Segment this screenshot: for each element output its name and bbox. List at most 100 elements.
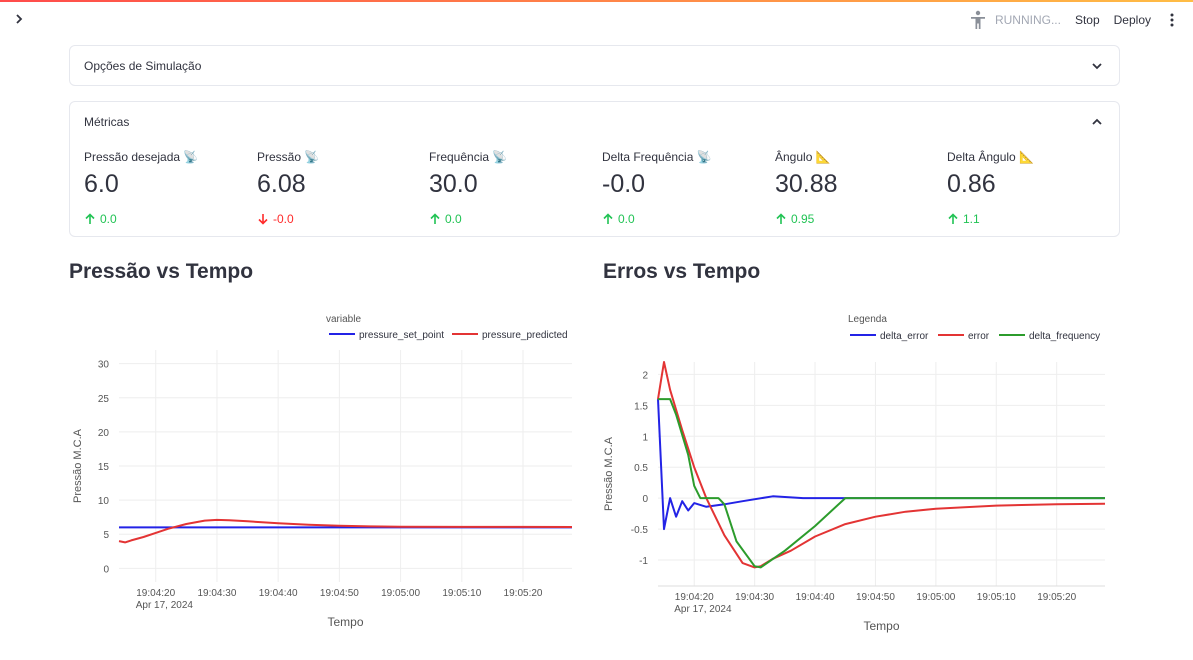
x-tick-label: 19:04:50 [856, 592, 895, 603]
sidebar-expand-button[interactable] [10, 10, 28, 28]
x-tick-label: 19:04:30 [735, 592, 774, 603]
simulation-options-header[interactable]: Opções de Simulação [70, 46, 1119, 86]
metric-label: Ângulo 📐 [775, 150, 831, 164]
metric-delta: -0.0 [257, 212, 422, 226]
metric-label: Pressão 📡 [257, 150, 320, 164]
arrow-up-icon [603, 213, 613, 224]
series-line-pressure_predicted [118, 518, 573, 544]
metric-pressao: Pressão 📡 6.08 -0.0 [257, 150, 422, 226]
metric-delta-angulo: Delta Ângulo 📐 0.86 1.1 [947, 150, 1112, 226]
y-axis-title: Pressão M.C.A [72, 428, 84, 503]
x-axis-title: Tempo [863, 619, 899, 633]
y-tick-label: 30 [98, 360, 110, 371]
x-tick-label: 19:04:20 [136, 588, 175, 599]
arrow-up-icon [948, 213, 958, 224]
metric-label: Frequência 📡 [429, 150, 508, 164]
pressure-chart-title: Pressão vs Tempo [69, 260, 254, 283]
metrics-title: Métricas [84, 115, 130, 129]
y-tick-label: 0 [642, 494, 648, 505]
metric-delta-value: 0.0 [618, 212, 635, 226]
x-tick-label: 19:04:40 [259, 588, 298, 599]
x-tick-label: 19:04:30 [197, 588, 236, 599]
chevron-up-icon [1092, 118, 1102, 125]
chevron-down-icon [1092, 63, 1102, 70]
x-tick-label: 19:05:00 [381, 588, 420, 599]
y-tick-label: 1 [642, 432, 648, 443]
legend-label-pressure_predicted: pressure_predicted [482, 330, 568, 341]
series-line-error [657, 361, 1106, 569]
y-tick-label: 25 [98, 394, 110, 405]
metric-delta-value: 1.1 [963, 212, 980, 226]
errors-chart-svg[interactable]: 19:04:20 19:04:30 19:04:40 19:04:50 19:05:00… [600, 300, 1120, 650]
metric-delta-value: -0.0 [273, 212, 294, 226]
chevron-right-icon [16, 14, 23, 24]
running-status: RUNNING... [969, 10, 1061, 30]
arrow-up-icon [430, 213, 440, 224]
pressure-chart[interactable]: 19:04:20 19:04:30 19:04:40 19:04:50 19:05:00… [69, 300, 584, 650]
metric-delta-frequencia: Delta Frequência 📡 -0.0 0.0 [602, 150, 767, 226]
pressure-chart-svg[interactable]: 19:04:20 19:04:30 19:04:40 19:04:50 19:05:00… [69, 300, 584, 650]
y-tick-label: 0.5 [634, 463, 648, 474]
metric-delta: 0.95 [775, 212, 940, 226]
metric-delta-value: 0.0 [445, 212, 462, 226]
more-vertical-icon [1170, 13, 1174, 27]
stop-button[interactable]: Stop [1075, 13, 1100, 27]
metric-value: 30.88 [775, 170, 838, 198]
status-text: RUNNING... [994, 13, 1061, 27]
legend-label-delta_frequency: delta_frequency [1029, 331, 1100, 342]
x-tick-label: 19:04:50 [320, 588, 359, 599]
metric-angulo: Ângulo 📐 30.88 0.95 [775, 150, 940, 226]
x-tick-label: 19:05:00 [916, 592, 955, 603]
x-date-label: Apr 17, 2024 [674, 604, 732, 615]
main-menu-button[interactable] [1165, 13, 1179, 27]
metric-value: 30.0 [429, 170, 478, 198]
running-person-icon [970, 10, 985, 29]
y-tick-label: 15 [98, 462, 110, 473]
metrics-expander: Métricas Pressão desejada 📡 6.0 0.0 Pres… [69, 101, 1120, 237]
simulation-options-title: Opções de Simulação [84, 59, 202, 73]
metrics-header[interactable]: Métricas [70, 102, 1119, 142]
legend-label-error: error [968, 331, 990, 342]
legend-label-delta_error: delta_error [880, 331, 929, 342]
y-tick-label: 5 [103, 530, 109, 541]
legend-label-pressure_set_point: pressure_set_point [359, 330, 444, 341]
metrics-grid: Pressão desejada 📡 6.0 0.0 Pressão 📡 6.0… [84, 150, 1105, 230]
y-tick-label: 20 [98, 428, 110, 439]
metric-delta: 0.0 [602, 212, 767, 226]
metric-delta: 0.0 [429, 212, 594, 226]
y-axis-title: Pressão M.C.A [603, 436, 615, 511]
metric-label: Pressão desejada 📡 [84, 150, 199, 164]
toolbar: RUNNING... Stop Deploy [969, 8, 1179, 32]
arrow-up-icon [776, 213, 786, 224]
metric-delta-value: 0.95 [791, 212, 815, 226]
x-tick-label: 19:04:20 [675, 592, 714, 603]
x-tick-label: 19:05:20 [1037, 592, 1076, 603]
metric-label: Delta Frequência 📡 [602, 150, 712, 164]
metric-value: 6.0 [84, 170, 119, 198]
top-decoration-line [0, 0, 1193, 2]
x-tick-label: 19:05:10 [442, 588, 481, 599]
x-axis-title: Tempo [327, 615, 363, 629]
x-date-label: Apr 17, 2024 [136, 600, 194, 611]
legend-title: variable [326, 314, 361, 325]
series-line-delta_error [657, 399, 1105, 531]
arrow-up-icon [85, 213, 95, 224]
metric-label: Delta Ângulo 📐 [947, 150, 1034, 164]
metric-value: 0.86 [947, 170, 996, 198]
simulation-options-expander: Opções de Simulação [69, 45, 1120, 86]
y-tick-label: 0 [103, 564, 109, 575]
y-tick-label: 2 [642, 370, 648, 381]
series-line-delta_frequency [658, 398, 1105, 569]
y-tick-label: 10 [98, 496, 110, 507]
metric-delta: 1.1 [947, 212, 1112, 226]
errors-chart[interactable]: 19:04:20 19:04:30 19:04:40 19:04:50 19:05:00… [600, 300, 1120, 650]
metric-value: 6.08 [257, 170, 306, 198]
metric-delta-value: 0.0 [100, 212, 117, 226]
y-tick-label: -0.5 [631, 525, 649, 536]
x-tick-label: 19:04:40 [796, 592, 835, 603]
errors-chart-title: Erros vs Tempo [603, 260, 761, 283]
y-tick-label: -1 [639, 556, 648, 567]
deploy-button[interactable]: Deploy [1114, 13, 1151, 27]
metric-value: -0.0 [602, 170, 646, 198]
metric-delta: 0.0 [84, 212, 249, 226]
